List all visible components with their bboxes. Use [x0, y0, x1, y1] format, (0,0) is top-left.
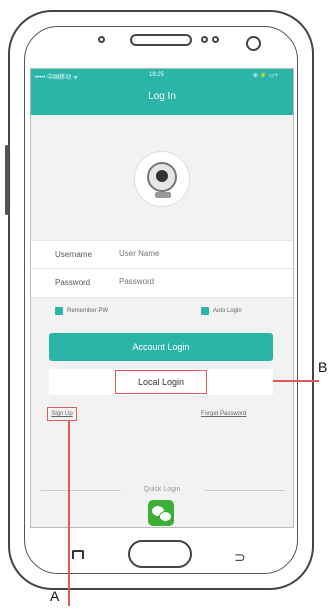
phone-side-button — [5, 145, 9, 215]
password-row: Password — [31, 269, 293, 296]
auto-login-label: Auto Login — [213, 308, 242, 314]
login-fields: Username Password — [31, 240, 293, 298]
local-login-button[interactable]: Local Login — [115, 370, 207, 394]
app-screen: ••••• 中国移动 ᯤ 18:25 ⊕ ⚡ ▭+ Log In Usernam… — [30, 68, 294, 528]
username-input[interactable] — [119, 249, 269, 258]
camera-lens — [156, 170, 168, 182]
status-bar: ••••• 中国移动 ᯤ 18:25 ⊕ ⚡ ▭+ — [31, 69, 293, 83]
sign-up-link[interactable]: Sign Up — [47, 407, 77, 421]
wechat-bubble-small — [159, 511, 172, 522]
front-sensor — [98, 36, 105, 43]
home-button[interactable] — [128, 540, 192, 568]
camera-icon — [147, 162, 177, 192]
header-bar: ••••• 中国移动 ᯤ 18:25 ⊕ ⚡ ▭+ Log In — [31, 69, 293, 115]
username-label: Username — [55, 250, 92, 259]
front-sensor-3 — [212, 36, 219, 43]
callout-label-a: A — [50, 588, 60, 604]
camera-avatar — [134, 151, 190, 207]
front-camera — [246, 36, 261, 51]
camera-stand — [155, 192, 171, 198]
battery-indicator: ⊕ ⚡ ▭+ — [253, 73, 279, 79]
front-sensor-2 — [201, 36, 208, 43]
password-input[interactable] — [119, 277, 269, 286]
page-title: Log In — [148, 91, 176, 102]
status-time: 18:25 — [149, 72, 165, 78]
forget-password-link[interactable]: Forget Password — [201, 411, 246, 417]
remember-checkbox[interactable] — [55, 307, 63, 315]
carrier-signal: ••••• 中国移动 ᯤ — [35, 75, 79, 81]
callout-label-b: B — [318, 359, 328, 375]
earpiece-speaker — [130, 34, 192, 46]
back-key-icon[interactable] — [72, 550, 84, 559]
quick-login-label: Quick Login — [143, 486, 181, 493]
local-login-row: Local Login — [49, 369, 273, 395]
account-login-button[interactable]: Account Login — [49, 333, 273, 361]
auto-login-checkbox[interactable] — [201, 307, 209, 315]
username-row: Username — [31, 241, 293, 269]
callout-line-a — [68, 420, 70, 606]
wechat-icon[interactable] — [148, 500, 174, 526]
callout-line-b — [273, 380, 319, 382]
remember-label: Remember PW — [67, 308, 109, 314]
password-label: Password — [55, 278, 91, 287]
recent-apps-key-icon[interactable]: ⊃ — [234, 550, 246, 564]
